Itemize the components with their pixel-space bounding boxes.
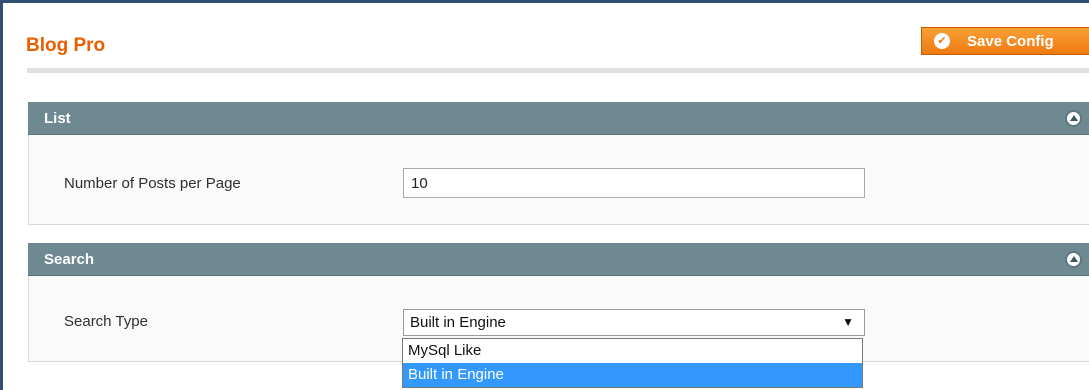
section-title-list: List (44, 109, 71, 127)
title-divider (27, 68, 1089, 73)
posts-per-page-input[interactable] (403, 168, 865, 198)
posts-per-page-label: Number of Posts per Page (64, 175, 241, 192)
save-config-label: Save Config (967, 32, 1054, 50)
check-circle-icon: ✔ (934, 33, 950, 49)
config-page: Blog Pro ✔ Save Config List Number of Po… (0, 0, 1089, 390)
section-title-search: Search (44, 250, 95, 268)
section-header-search[interactable]: Search (28, 243, 1089, 276)
page-title: Blog Pro (26, 35, 106, 56)
collapse-icon[interactable] (1065, 251, 1082, 268)
search-type-dropdown-list: MySql Like Built in Engine (402, 338, 863, 388)
search-type-select[interactable]: Built in Engine ▼ (403, 309, 865, 336)
dropdown-option-mysql-like[interactable]: MySql Like (403, 339, 862, 363)
triangle-down-icon: ▼ (842, 315, 854, 329)
collapse-icon[interactable] (1065, 110, 1082, 127)
search-type-selected-value: Built in Engine (410, 314, 506, 331)
section-header-list[interactable]: List (28, 102, 1089, 135)
dropdown-option-built-in-engine[interactable]: Built in Engine (403, 363, 862, 387)
save-config-button[interactable]: ✔ Save Config (921, 27, 1089, 55)
search-type-label: Search Type (64, 313, 148, 330)
section-body-list: Number of Posts per Page (28, 135, 1089, 225)
